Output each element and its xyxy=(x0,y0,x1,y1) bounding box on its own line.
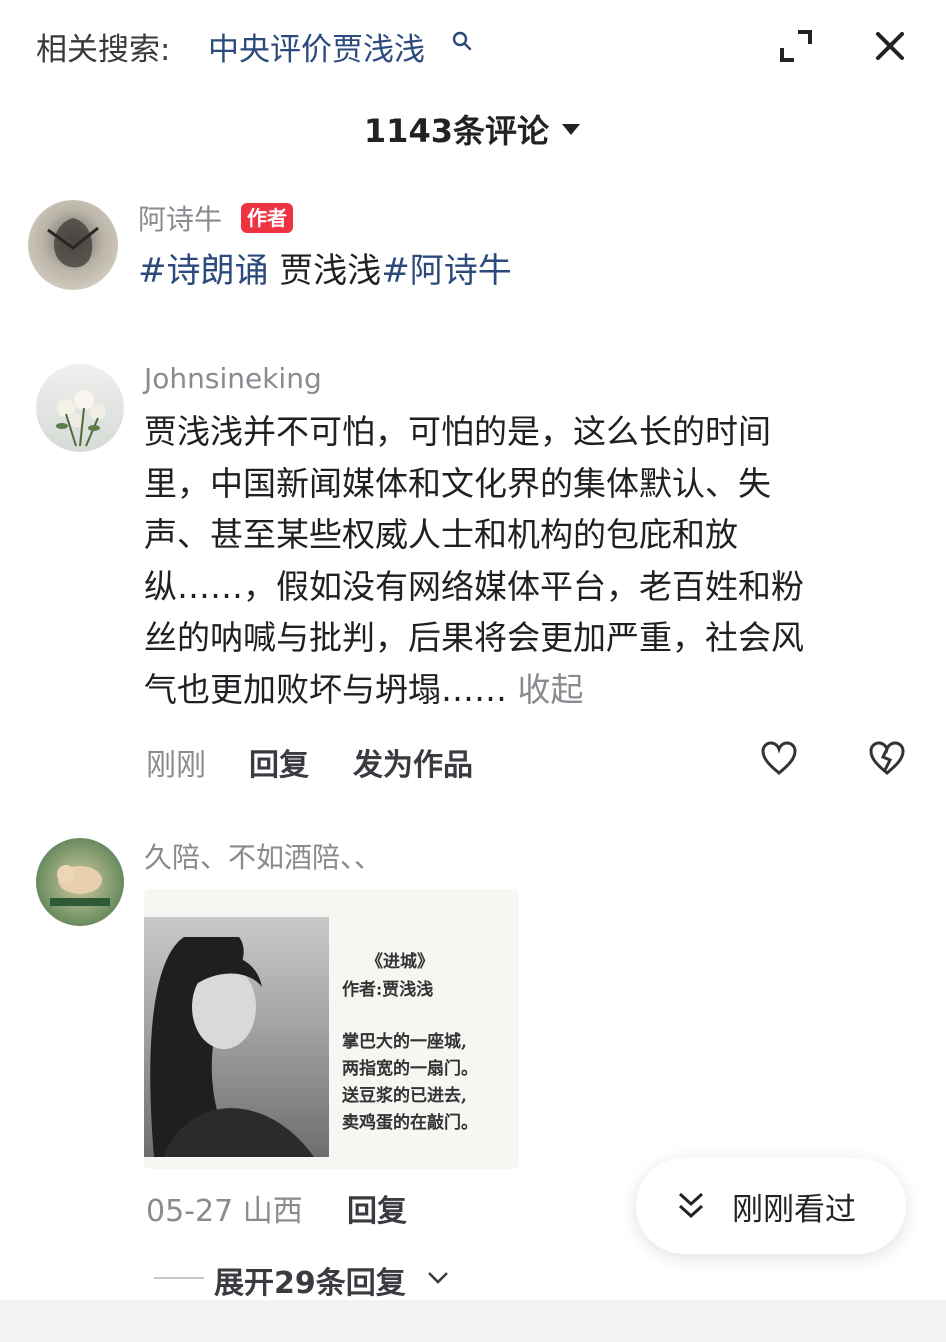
divider xyxy=(154,1277,204,1279)
post-author-name[interactable]: 阿诗牛 xyxy=(138,198,222,238)
dislike-broken-heart-icon[interactable] xyxy=(868,740,906,776)
comment-line: 丝的呐喊与批判，后果将会更加严重，社会风 xyxy=(144,618,804,658)
reply-button[interactable]: 回复 xyxy=(249,740,309,784)
hashtag-poem-recital[interactable]: #诗朗诵 xyxy=(138,251,269,291)
avatar-baby xyxy=(50,865,110,906)
avatar-flowers xyxy=(56,390,106,447)
commenter-name[interactable]: Johnsineking xyxy=(144,362,322,395)
related-search-label: 相关搜索: xyxy=(36,32,171,68)
poem-photo xyxy=(144,917,329,1157)
search-icon[interactable] xyxy=(451,30,473,52)
like-heart-icon[interactable] xyxy=(760,740,798,776)
fullscreen-icon[interactable] xyxy=(776,26,816,66)
hashtag-ashiniu[interactable]: #阿诗牛 xyxy=(381,251,512,291)
related-search-query[interactable]: 中央评价贾浅浅 xyxy=(208,24,425,69)
reply-button[interactable]: 回复 xyxy=(347,1186,407,1230)
comments-header[interactable]: 1143条评论 xyxy=(0,106,946,156)
comment-line: 贾浅浅并不可怕，可怕的是，这么长的时间 xyxy=(144,412,771,451)
commenter-avatar[interactable] xyxy=(36,364,124,452)
comment-line: 纵……，假如没有网络媒体平台，老百姓和粉 xyxy=(144,566,804,606)
comment-image[interactable]: 《进城》 作者:贾浅浅 掌巴大的一座城, 两指宽的一扇门。 送豆浆的已进去, 卖… xyxy=(144,889,519,1169)
comment-line-last: 气也更加败坏与坍塌…… 收起 xyxy=(144,664,914,716)
double-chevron-down-icon xyxy=(678,1192,704,1219)
comment-date-location: 05-27 山西 xyxy=(146,1194,303,1229)
comment-body: 贾浅浅并不可怕，可怕的是，这么长的时间 里，中国新闻媒体和文化界的集体默认、失 … xyxy=(144,406,914,716)
top-bar: 相关搜索: 中央评价贾浅浅 xyxy=(0,0,946,92)
poem-line: 掌巴大的一座城, xyxy=(342,1032,467,1052)
commenter-name[interactable]: 久陪、不如酒陪、、 xyxy=(144,836,382,876)
expand-replies-label[interactable]: 展开29条回复 xyxy=(214,1258,406,1302)
recently-seen-button[interactable]: 刚刚看过 xyxy=(636,1158,906,1254)
comment-count[interactable]: 1143条评论 xyxy=(364,106,549,152)
post-text-middle: 贾浅浅 xyxy=(268,251,382,291)
poem-title: 《进城》 xyxy=(366,952,434,972)
comment-line: 里，中国新闻媒体和文化界的集体默认、失 xyxy=(144,463,771,503)
poem-line: 两指宽的一扇门。 xyxy=(342,1059,478,1079)
comment-time: 刚刚 xyxy=(146,748,206,783)
author-avatar[interactable] xyxy=(28,200,118,290)
comment-line: 气也更加败坏与坍塌…… xyxy=(144,669,507,709)
poem-line: 送豆浆的已进去, xyxy=(342,1086,467,1106)
comment-line: 声、甚至某些权威人士和机构的包庇和放 xyxy=(144,515,738,555)
author-badge: 作者 xyxy=(241,203,293,233)
bottom-bar xyxy=(0,1300,946,1342)
recently-seen-label[interactable]: 刚刚看过 xyxy=(732,1184,856,1229)
chevron-down-icon[interactable] xyxy=(426,1270,450,1286)
caret-down-icon[interactable] xyxy=(560,122,582,136)
commenter-avatar[interactable] xyxy=(36,838,124,926)
close-icon[interactable] xyxy=(872,28,908,64)
poem-line: 卖鸡蛋的在敲门。 xyxy=(342,1113,478,1133)
poem-byline: 作者:贾浅浅 xyxy=(342,980,434,1000)
post-text: #诗朗诵 贾浅浅#阿诗牛 xyxy=(138,246,512,298)
collapse-link[interactable]: 收起 xyxy=(507,670,583,709)
publish-as-work-button[interactable]: 发为作品 xyxy=(353,740,473,784)
avatar-figure xyxy=(47,218,99,268)
